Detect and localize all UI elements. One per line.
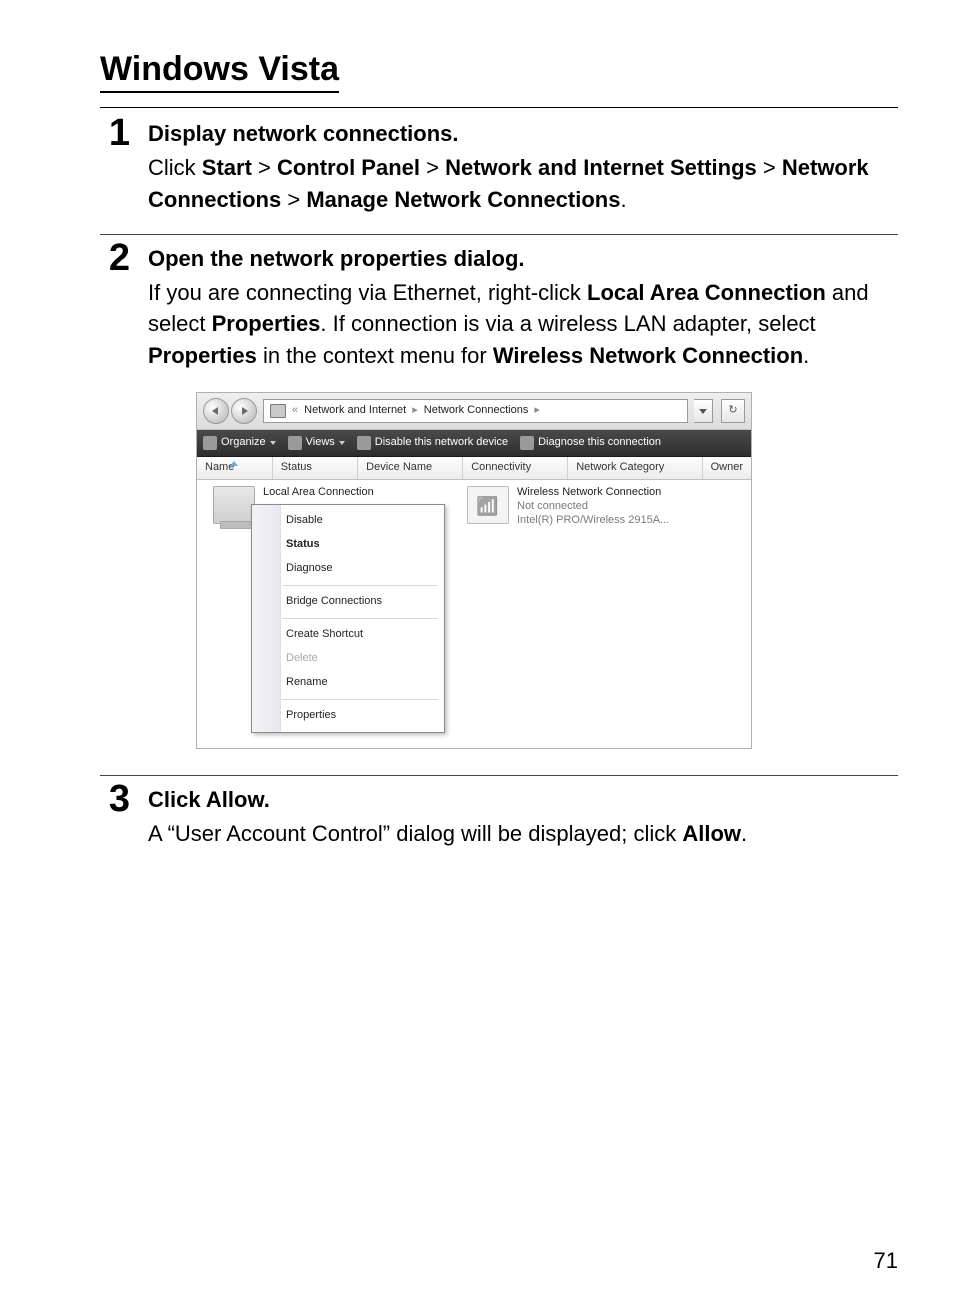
col-connectivity[interactable]: Connectivity (463, 457, 568, 479)
menu-item-bridge-connections[interactable]: Bridge Connections (252, 590, 444, 614)
page-title: Windows Vista (100, 50, 339, 93)
connection-device: Intel(R) PRO/Wireless 2915A... (517, 514, 669, 528)
step-number: 1 (100, 114, 130, 216)
breadcrumb-seg[interactable]: Network and Internet (304, 403, 406, 419)
divider (100, 107, 898, 108)
chevron-right-icon: ▸ (534, 403, 540, 419)
refresh-button[interactable]: ↻ (721, 399, 745, 423)
menu-item-status[interactable]: Status (252, 533, 444, 557)
address-bar[interactable]: « Network and Internet ▸ Network Connect… (263, 399, 688, 423)
nav-forward-button[interactable] (231, 398, 257, 424)
organize-icon (203, 436, 217, 450)
window-titlebar: « Network and Internet ▸ Network Connect… (197, 393, 751, 430)
views-menu[interactable]: Views (288, 435, 345, 451)
divider (100, 234, 898, 235)
connection-status: Not connected (517, 500, 669, 514)
context-menu: DisableStatusDiagnose Bridge Connections C… (251, 504, 445, 733)
step-text: If you are connecting via Ethernet, righ… (148, 277, 898, 373)
step-text: Click Start > Control Panel > Network an… (148, 152, 898, 216)
col-status[interactable]: Status (273, 457, 358, 479)
column-headers: Name Status Device Name Connectivity Net… (197, 457, 751, 480)
col-name[interactable]: Name (197, 457, 273, 479)
menu-separator (282, 699, 438, 700)
wireless-network-connection[interactable]: Wireless Network Connection Not connecte… (467, 486, 669, 527)
address-dropdown[interactable] (694, 399, 713, 423)
menu-item-diagnose[interactable]: Diagnose (252, 557, 444, 581)
connection-title: Wireless Network Connection (517, 486, 669, 500)
col-owner[interactable]: Owner (703, 457, 751, 479)
menu-item-create-shortcut[interactable]: Create Shortcut (252, 623, 444, 647)
disable-icon (357, 436, 371, 450)
step-heading: Display network connections. (148, 118, 898, 150)
connection-title: Local Area Connection (263, 486, 374, 500)
chevron-right-icon: ▸ (412, 403, 418, 419)
connections-area: Local Area Connection Wireless Network C… (197, 480, 751, 748)
menu-separator (282, 585, 438, 586)
diagnose-connection-button[interactable]: Diagnose this connection (520, 435, 661, 451)
step-heading: Open the network properties dialog. (148, 243, 898, 275)
step-text: A “User Account Control” dialog will be … (148, 818, 898, 850)
step-2: 2 Open the network properties dialog. If… (100, 241, 898, 750)
nav-back-button[interactable] (203, 398, 229, 424)
views-icon (288, 436, 302, 450)
breadcrumb-overflow: « (292, 403, 298, 419)
menu-item-rename[interactable]: Rename (252, 671, 444, 695)
breadcrumb-seg[interactable]: Network Connections (424, 403, 529, 419)
col-device[interactable]: Device Name (358, 457, 463, 479)
menu-item-disable[interactable]: Disable (252, 509, 444, 533)
page-number: 71 (874, 1248, 898, 1274)
folder-icon (270, 404, 286, 418)
diagnose-icon (520, 436, 534, 450)
screenshot-network-connections: « Network and Internet ▸ Network Connect… (196, 392, 752, 749)
menu-separator (282, 618, 438, 619)
step-3: 3 Click Allow. A “User Account Control” … (100, 782, 898, 850)
col-category[interactable]: Network Category (568, 457, 702, 479)
step-number: 3 (100, 780, 130, 850)
menu-item-delete: Delete (252, 647, 444, 671)
divider (100, 775, 898, 776)
step-number: 2 (100, 239, 130, 750)
wifi-icon (467, 486, 509, 524)
ethernet-icon (213, 486, 255, 524)
command-bar: Organize Views Disable this network devi… (197, 430, 751, 457)
organize-menu[interactable]: Organize (203, 435, 276, 451)
step-heading: Click Allow. (148, 784, 898, 816)
disable-device-button[interactable]: Disable this network device (357, 435, 508, 451)
step-1: 1 Display network connections. Click Sta… (100, 116, 898, 216)
menu-item-properties[interactable]: Properties (252, 704, 444, 728)
